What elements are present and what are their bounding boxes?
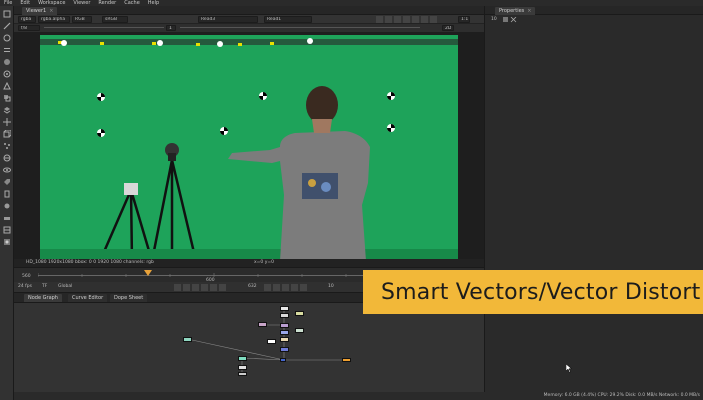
tab-viewer1-label: Viewer1 [26,8,47,14]
gamma-slider[interactable] [180,27,420,28]
write-node[interactable] [342,358,351,362]
particles-tool-icon[interactable] [3,142,11,150]
views-tool-icon[interactable] [3,166,11,174]
viewer-frame [40,35,458,261]
greenscreen-scene-image [40,35,458,261]
node-connections [191,308,346,373]
timeline-start-label: 560 [22,274,31,279]
tab-close-icon[interactable]: × [527,8,531,14]
metadata-tool-icon[interactable] [3,178,11,186]
viewer-controls: rgba rgba.alpha RGB sRGB Read3 Read1 1:1 [14,15,484,24]
viewer-area[interactable] [14,32,484,266]
colorspace-dropdown[interactable]: RGB [72,16,92,23]
toolsets-tool-icon[interactable] [3,190,11,198]
input-b-dropdown[interactable]: Read1 [264,16,312,23]
viewer-info-bar: HD_1080 1920x1080 bbox: 0 0 1920 1080 ch… [14,259,484,267]
tab-node-graph[interactable]: Node Graph [24,294,62,302]
channel-alpha-dropdown[interactable]: rgba.alpha [38,16,70,23]
zoom-dropdown[interactable]: 1:1 [458,16,470,23]
gizmo-tool-icon[interactable] [3,238,11,246]
status-bar: Memory: 6.0 GB (4.4%) CPU: 29.2% Disk: 0… [14,392,703,400]
properties-buttons-icon[interactable] [503,17,517,23]
frame-gain-field[interactable]: f/8 [18,25,40,31]
vector-distort-node[interactable] [280,347,289,352]
time-tool-icon[interactable] [3,34,11,42]
read-node[interactable] [238,365,247,370]
tab-dope-sheet[interactable]: Dope Sheet [110,294,148,302]
playback-buttons-icon[interactable] [264,284,318,291]
lut-dropdown[interactable]: sRGB [102,16,128,23]
transform-tool-icon[interactable] [3,118,11,126]
read-node[interactable] [280,306,289,311]
roto-node[interactable] [258,322,267,327]
viewer-buttons-icon[interactable] [376,16,442,23]
tab-properties-label: Properties [499,8,525,14]
deep-tool-icon[interactable] [3,154,11,162]
properties-panel[interactable]: 10 [484,15,703,392]
playhead-icon[interactable] [144,270,152,278]
tracker-node[interactable] [295,311,304,316]
mouse-cursor-icon [566,364,572,373]
other-tool-icon[interactable] [3,202,11,210]
tab-viewer1[interactable]: Viewer1 × [22,7,58,15]
format-badge[interactable]: 2D [442,25,454,31]
3d-tool-icon[interactable] [3,130,11,138]
ofx-tool-icon[interactable] [3,226,11,234]
transform-node[interactable] [280,330,289,335]
image-tool-icon[interactable] [3,10,11,18]
cursor-coords: x=0 y=0 [254,260,275,265]
scope-dropdown[interactable]: Global [58,284,72,289]
keyer-tool-icon[interactable] [3,82,11,90]
transport-buttons-icon[interactable] [174,284,242,291]
tab-close-icon[interactable]: × [49,8,53,14]
banner-text: Smart Vectors/Vector Distort [381,279,701,305]
title-banner: Smart Vectors/Vector Distort [363,270,703,314]
fps-field[interactable]: 24 fps [18,284,32,289]
step-field[interactable]: 10 [328,284,334,289]
smartvector-node[interactable] [183,337,192,342]
dot-node[interactable] [280,358,286,362]
grade-node[interactable] [295,328,304,333]
format-info: HD_1080 1920x1080 bbox: 0 0 1920 1080 ch… [26,260,154,265]
tool-bar [0,6,14,400]
color-tool-icon[interactable] [3,58,11,66]
merge-tool-icon[interactable] [3,94,11,102]
channels-dropdown[interactable]: rgba [18,16,36,23]
furnace-tool-icon[interactable] [3,214,11,222]
channel-tool-icon[interactable] [3,46,11,54]
layer-tool-icon[interactable] [3,106,11,114]
merge-node[interactable] [280,337,289,342]
current-frame-field[interactable]: 632 [248,284,257,289]
tab-properties[interactable]: Properties × [495,7,536,15]
filter-tool-icon[interactable] [3,70,11,78]
tf-dropdown[interactable]: TF [42,284,47,289]
smartvector-node[interactable] [238,356,247,361]
draw-tool-icon[interactable] [3,22,11,30]
viewer-node[interactable] [267,339,276,344]
node-graph[interactable] [14,303,484,400]
input-a-dropdown[interactable]: Read3 [198,16,258,23]
tab-curve-editor[interactable]: Curve Editor [68,294,108,302]
properties-tab-bar: Properties × [484,6,703,15]
viewer-controls-secondary: f/8 1 2D [14,24,484,32]
max-panels-field[interactable]: 10 [491,17,497,22]
read-node[interactable] [280,313,289,318]
viewer-tab-bar: Viewer1 × [14,6,484,15]
read-node[interactable] [238,372,247,376]
gamma-field[interactable]: 1 [166,25,176,31]
gain-slider[interactable] [44,27,164,28]
roto-node[interactable] [280,323,289,328]
